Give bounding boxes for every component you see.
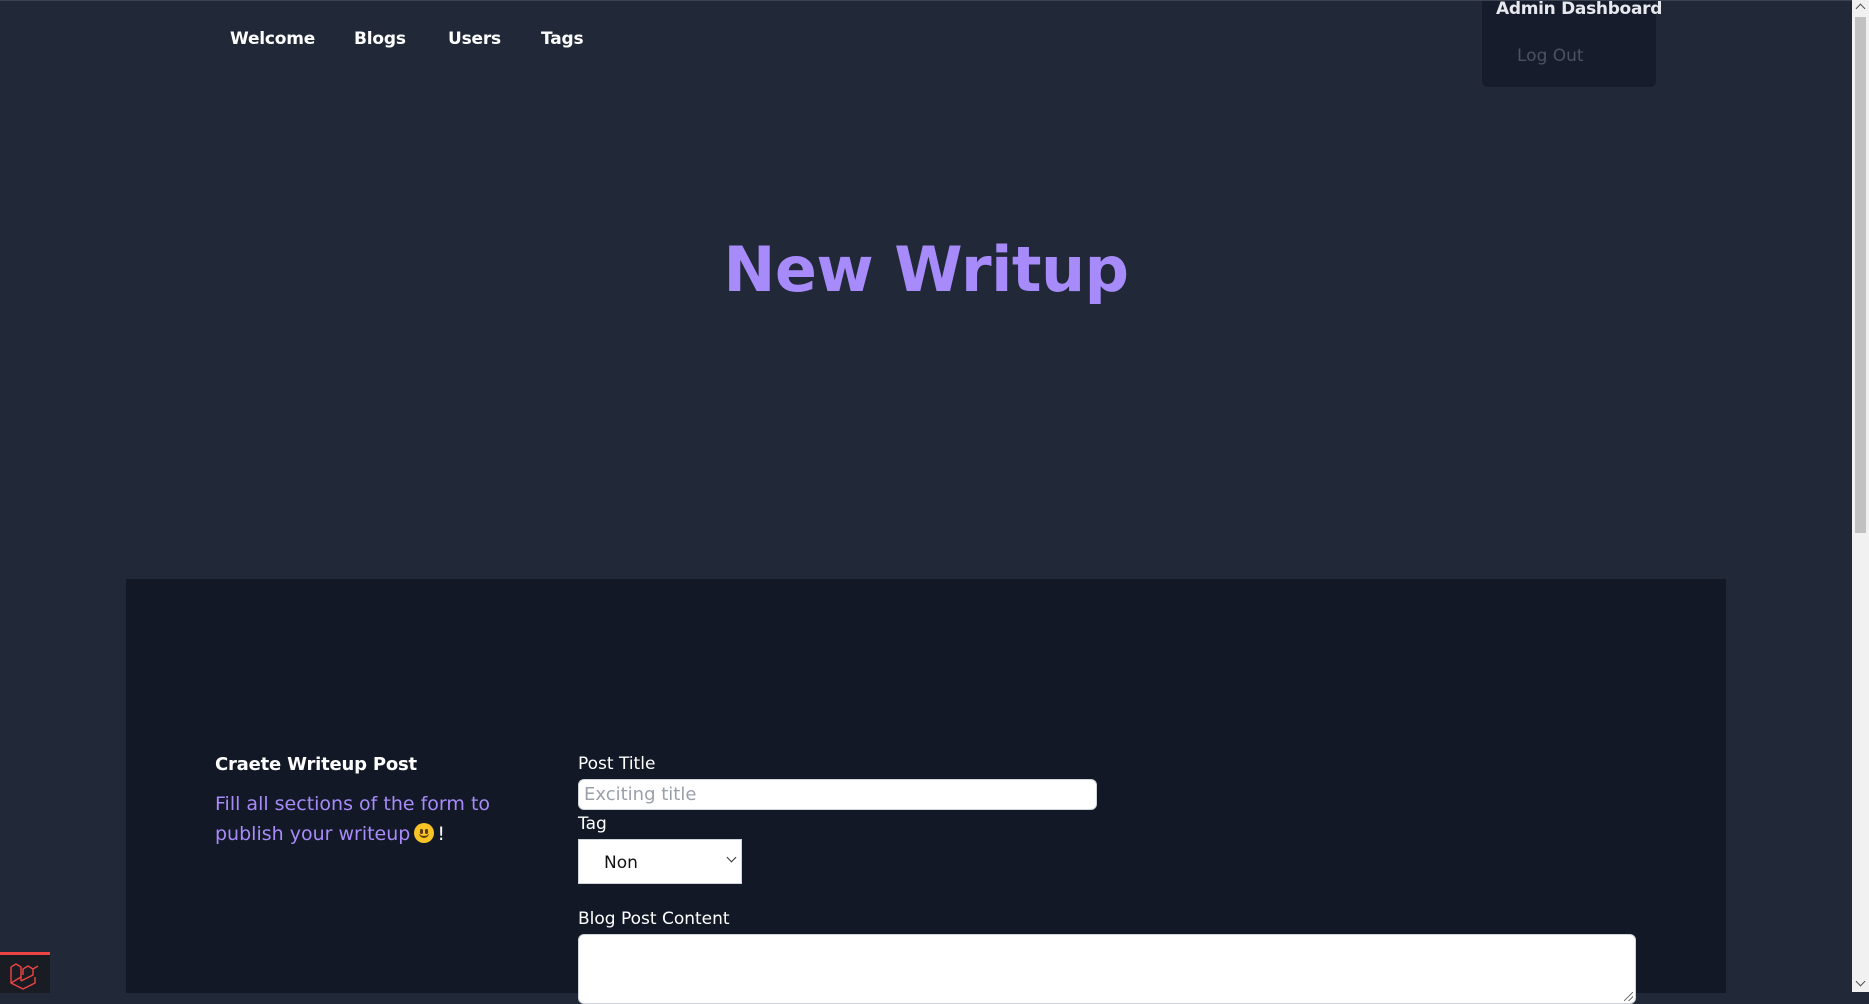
nav-link-welcome[interactable]: Welcome [230, 29, 315, 49]
form-description-suffix: ! [437, 823, 445, 845]
chevron-up-icon[interactable] [1855, 3, 1866, 14]
form-section-title: Craete Writeup Post [215, 754, 417, 775]
resize-handle-icon[interactable] [1624, 992, 1633, 1001]
nav-link-users[interactable]: Users [448, 29, 501, 49]
nav-link-blogs[interactable]: Blogs [354, 29, 406, 49]
tag-select-value: Non [604, 853, 638, 873]
tag-select[interactable]: Non [578, 839, 742, 884]
vertical-scrollbar[interactable] [1852, 0, 1869, 992]
post-title-label: Post Title [578, 754, 656, 774]
nav-link-tags[interactable]: Tags [541, 29, 584, 49]
chevron-down-icon[interactable] [1855, 976, 1866, 987]
logout-menu-item[interactable]: Log Out [1517, 46, 1584, 66]
post-title-input[interactable] [578, 779, 1097, 810]
blog-content-textarea[interactable] [578, 934, 1636, 1004]
slightly-smiling-face-icon [414, 823, 435, 843]
user-dropdown-menu: Admin Dashboard Log Out [1482, 0, 1662, 87]
dropdown-trigger-admin-dashboard[interactable]: Admin Dashboard [1496, 0, 1662, 19]
form-description-text: Fill all sections of the form to publish… [215, 793, 491, 845]
laravel-logo-icon[interactable] [0, 952, 50, 993]
blog-content-label: Blog Post Content [578, 909, 730, 929]
page-title: New Writup [723, 233, 1129, 306]
tag-label: Tag [578, 814, 607, 834]
chevron-down-icon [726, 852, 737, 863]
page: Welcome Blogs Users Tags Admin Dashboard… [0, 0, 1852, 1004]
form-section-description: Fill all sections of the form to publish… [215, 789, 555, 849]
scrollbar-thumb[interactable] [1855, 17, 1866, 533]
